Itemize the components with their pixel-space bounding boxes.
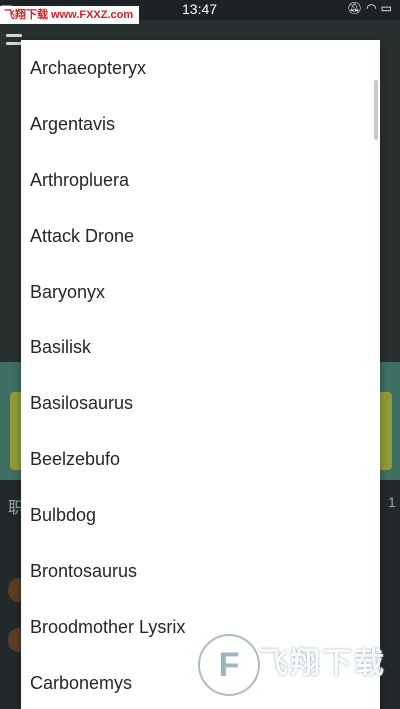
list-item[interactable]: Archaeopteryx (21, 40, 380, 96)
scrollbar[interactable] (374, 80, 378, 140)
menu-icon (6, 34, 22, 50)
list-item[interactable]: Basilosaurus (21, 375, 380, 431)
creature-list: Archaeopteryx Argentavis Arthropluera Attac… (21, 40, 380, 709)
list-item[interactable]: Arthropluera (21, 152, 380, 208)
battery-icon: ▭ (380, 1, 396, 15)
status-clock: 13:47 (182, 1, 218, 17)
logo-url: www.fxxz.com (278, 678, 366, 689)
list-item[interactable]: Bulbdog (21, 487, 380, 543)
list-item[interactable]: Beelzebufo (21, 431, 380, 487)
watermark-logo: F 飞翔下载 www.fxxz.com (194, 632, 400, 709)
list-item[interactable]: Baryonyx (21, 264, 380, 320)
background-value: 1 (388, 494, 396, 510)
list-item[interactable]: Brontosaurus (21, 543, 380, 599)
list-item[interactable]: Basilisk (21, 319, 380, 375)
watermark-banner: 飞翔下载 www.FXXZ.com (0, 6, 140, 24)
status-icons: 🔕︎◠▭ (347, 1, 396, 15)
wifi-icon: ◠ (366, 1, 381, 15)
mute-icon: 🔕︎ (346, 1, 367, 15)
list-item[interactable]: Attack Drone (21, 208, 380, 264)
creature-select-dialog: Archaeopteryx Argentavis Arthropluera Attac… (21, 40, 380, 709)
logo-text: 飞翔下载 (258, 647, 386, 680)
list-item[interactable]: Argentavis (21, 96, 380, 152)
logo-emblem-icon: F (198, 634, 260, 696)
